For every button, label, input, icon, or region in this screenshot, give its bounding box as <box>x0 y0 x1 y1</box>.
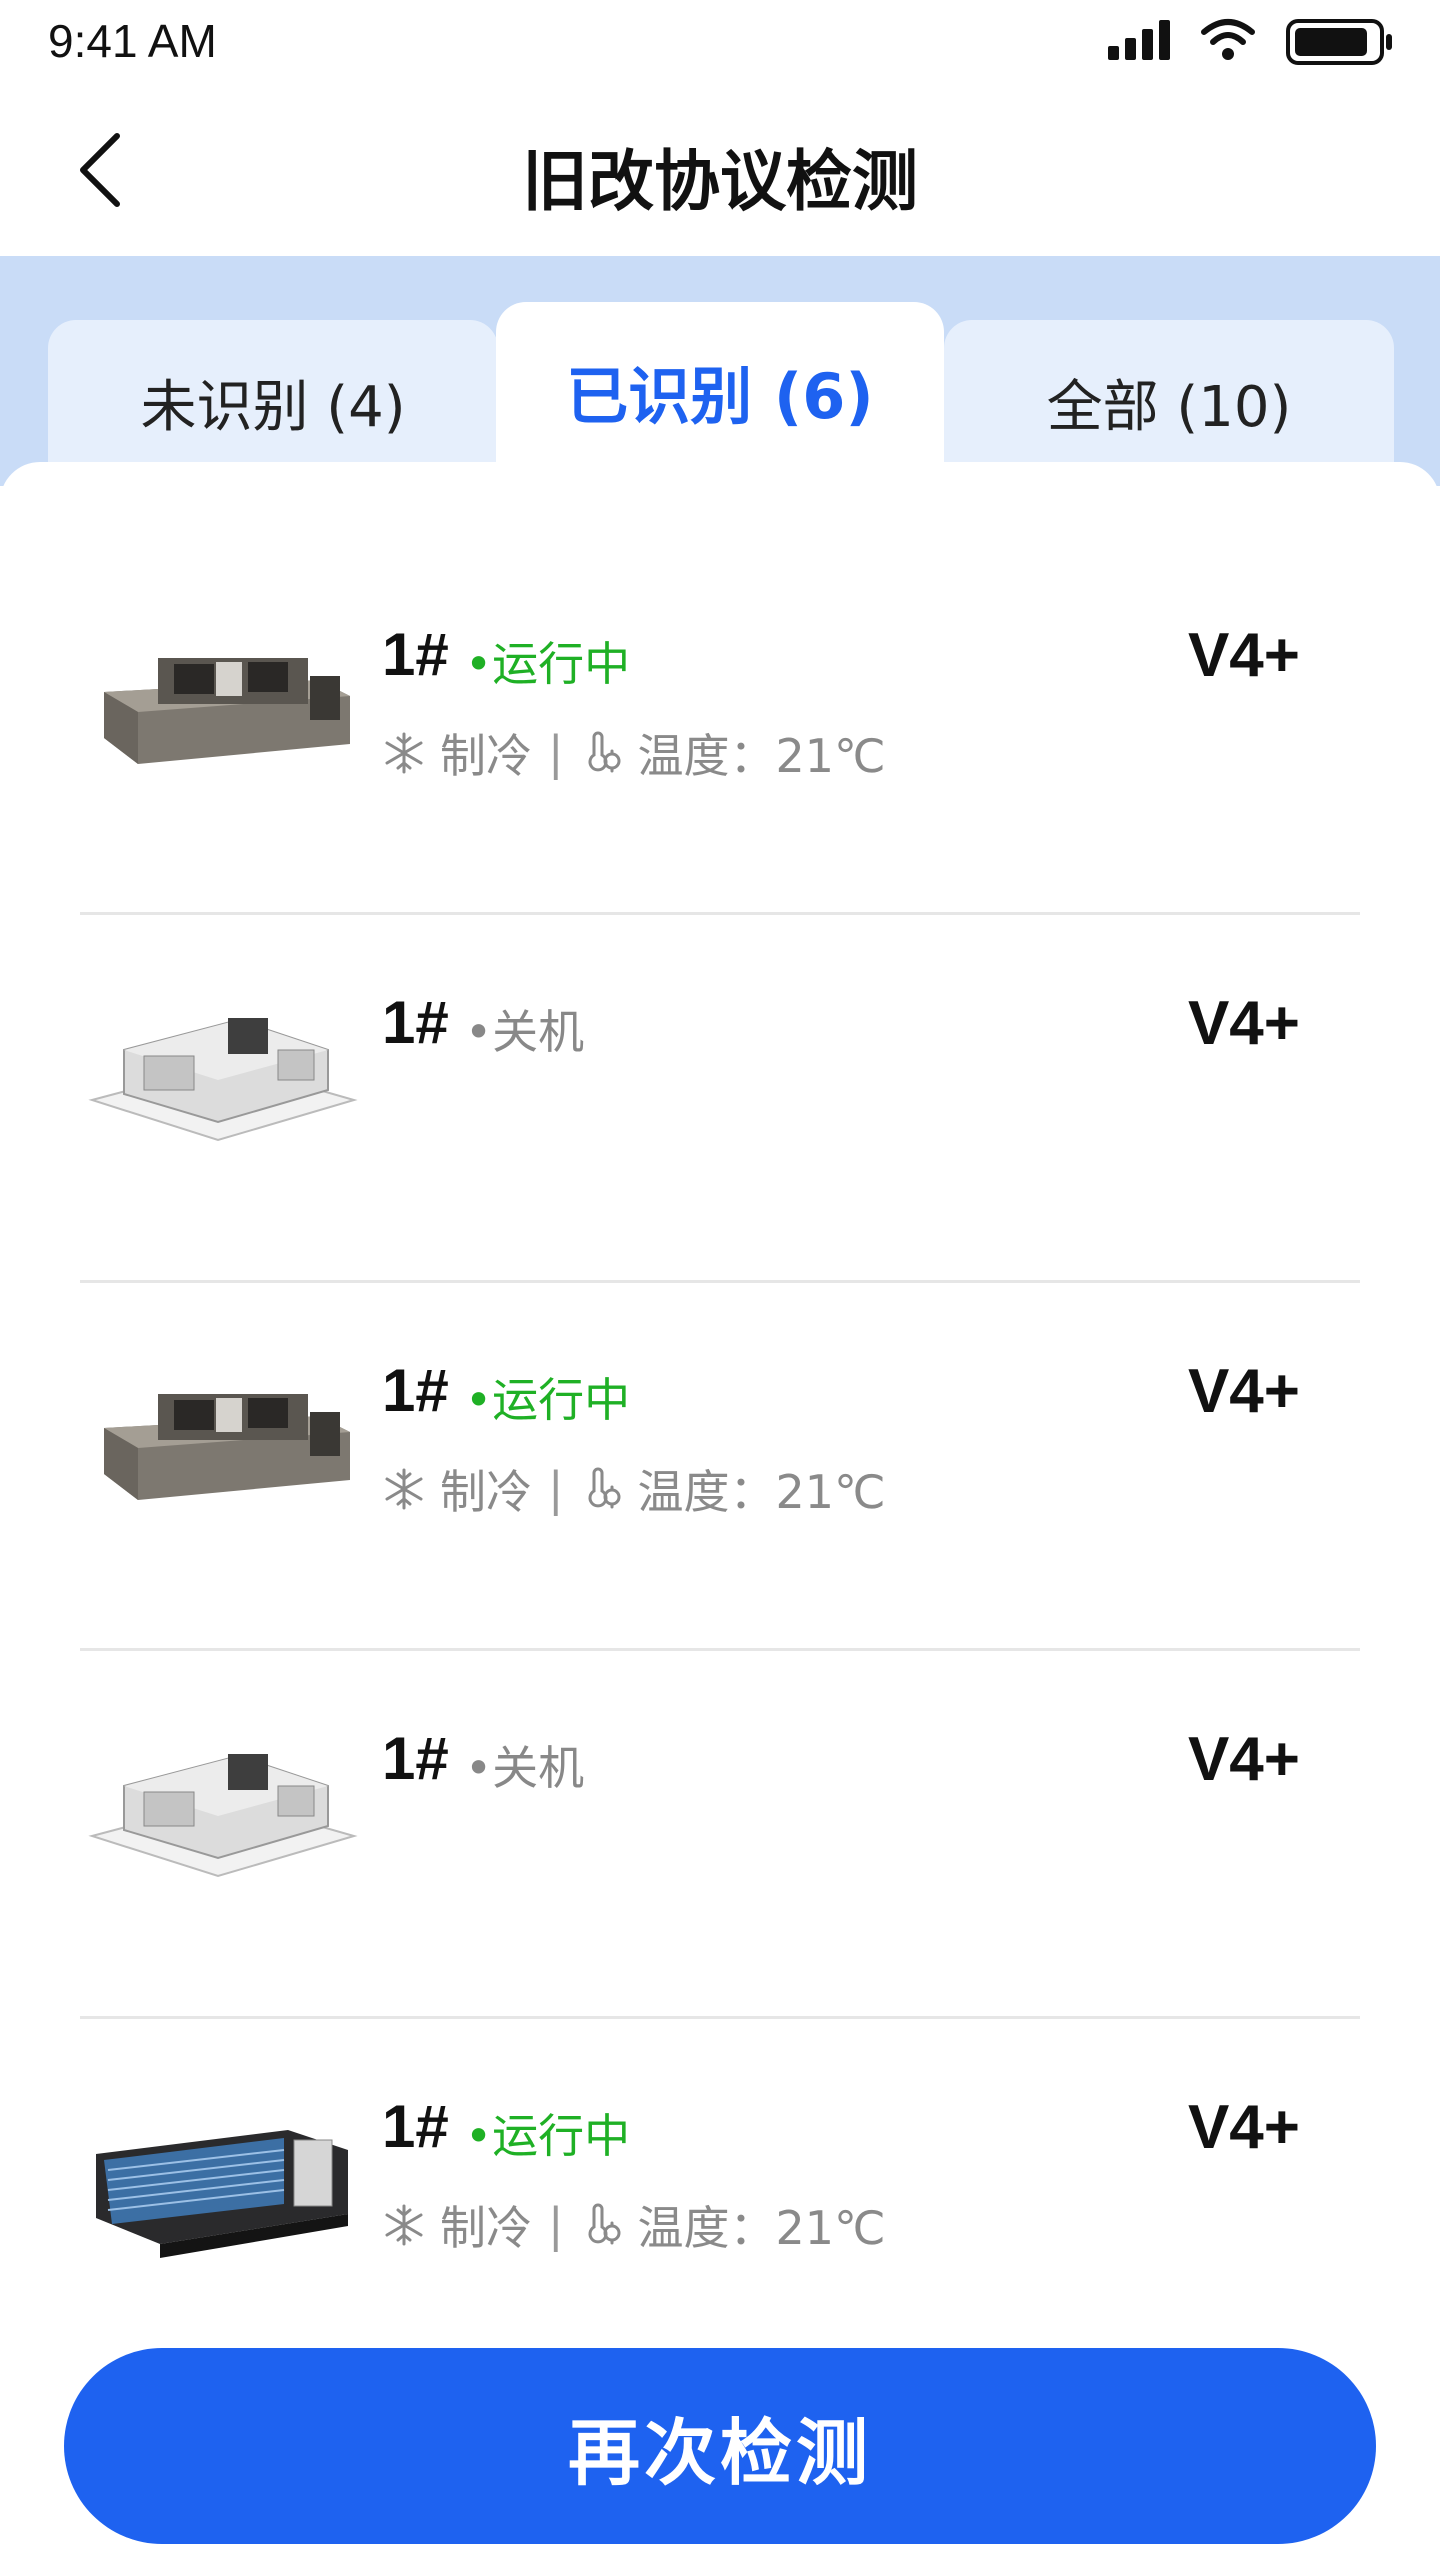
signal-icon <box>1108 20 1170 60</box>
status-badge: •运行中 <box>465 1373 631 1427</box>
protocol-version: V4+ <box>1187 1725 1300 1794</box>
status-badge: •运行中 <box>465 637 631 691</box>
tab-unrecognized[interactable]: 未识别 (4) <box>48 320 498 480</box>
temperature-label: 温度：21℃ <box>637 729 886 783</box>
status-badge: •关机 <box>465 1005 585 1059</box>
mode-label: 制冷 <box>440 1465 532 1519</box>
ducted-unit-icon <box>104 658 350 764</box>
mode-label: 制冷 <box>440 729 532 783</box>
device-name: 1# <box>382 989 449 1056</box>
slim-duct-unit-icon <box>96 2130 348 2258</box>
meta-separator: | <box>548 1462 564 1516</box>
device-name: 1# <box>382 2093 449 2160</box>
device-row[interactable]: 1# •关机 V4+ <box>80 1646 1360 2014</box>
thermometer-icon <box>588 1467 620 1509</box>
device-row[interactable]: 1# •关机 V4+ <box>80 910 1360 1278</box>
device-row[interactable]: 1# •运行中 V4+ 制冷 | 温度：21℃ <box>80 2014 1360 2382</box>
battery-icon <box>1286 19 1392 65</box>
status-time: 9:41 AM <box>48 15 217 67</box>
protocol-version: V4+ <box>1187 2093 1300 2162</box>
device-row[interactable]: 1# •运行中 V4+ 制冷 | 温度：21℃ <box>80 542 1360 910</box>
device-row[interactable]: 1# •运行中 V4+ 制冷 | 温度：21℃ <box>80 1278 1360 1646</box>
wifi-icon <box>1201 19 1255 60</box>
meta-separator: | <box>548 2198 564 2252</box>
tab-all[interactable]: 全部 (10) <box>944 320 1394 480</box>
page-title: 旧改协议检测 <box>522 143 918 220</box>
protocol-version: V4+ <box>1187 1357 1300 1426</box>
snowflake-icon <box>385 1468 423 1510</box>
device-meta: 制冷 | 温度：21℃ <box>382 2192 886 2258</box>
snowflake-icon <box>385 2204 423 2246</box>
cassette-unit-icon <box>88 1754 358 1878</box>
protocol-version: V4+ <box>1187 989 1300 1058</box>
redetect-button[interactable]: 再次检测 <box>64 2348 1376 2544</box>
mode-label: 制冷 <box>440 2201 532 2255</box>
protocol-version: V4+ <box>1187 621 1300 690</box>
meta-separator: | <box>548 726 564 780</box>
snowflake-icon <box>385 732 423 774</box>
status-badge: •运行中 <box>465 2109 631 2163</box>
device-meta: 制冷 | 温度：21℃ <box>382 720 886 786</box>
temperature-label: 温度：21℃ <box>637 1465 886 1519</box>
nav-bar: 旧改协议检测 <box>0 84 1440 256</box>
device-name: 1# <box>382 621 449 688</box>
device-name: 1# <box>382 1725 449 1792</box>
temperature-label: 温度：21℃ <box>637 2201 886 2255</box>
status-bar: 9:41 AM <box>0 0 1440 84</box>
device-name: 1# <box>382 1357 449 1424</box>
ducted-unit-icon <box>104 1394 350 1500</box>
device-meta: 制冷 | 温度：21℃ <box>382 1456 886 1522</box>
device-list: 1# •运行中 V4+ 制冷 | 温度：21℃ 1# •关机 V4+ 1# •运… <box>0 462 1440 2362</box>
thermometer-icon <box>588 731 620 773</box>
cassette-unit-icon <box>88 1018 358 1142</box>
thermometer-icon <box>588 2203 620 2245</box>
status-badge: •关机 <box>465 1741 585 1795</box>
